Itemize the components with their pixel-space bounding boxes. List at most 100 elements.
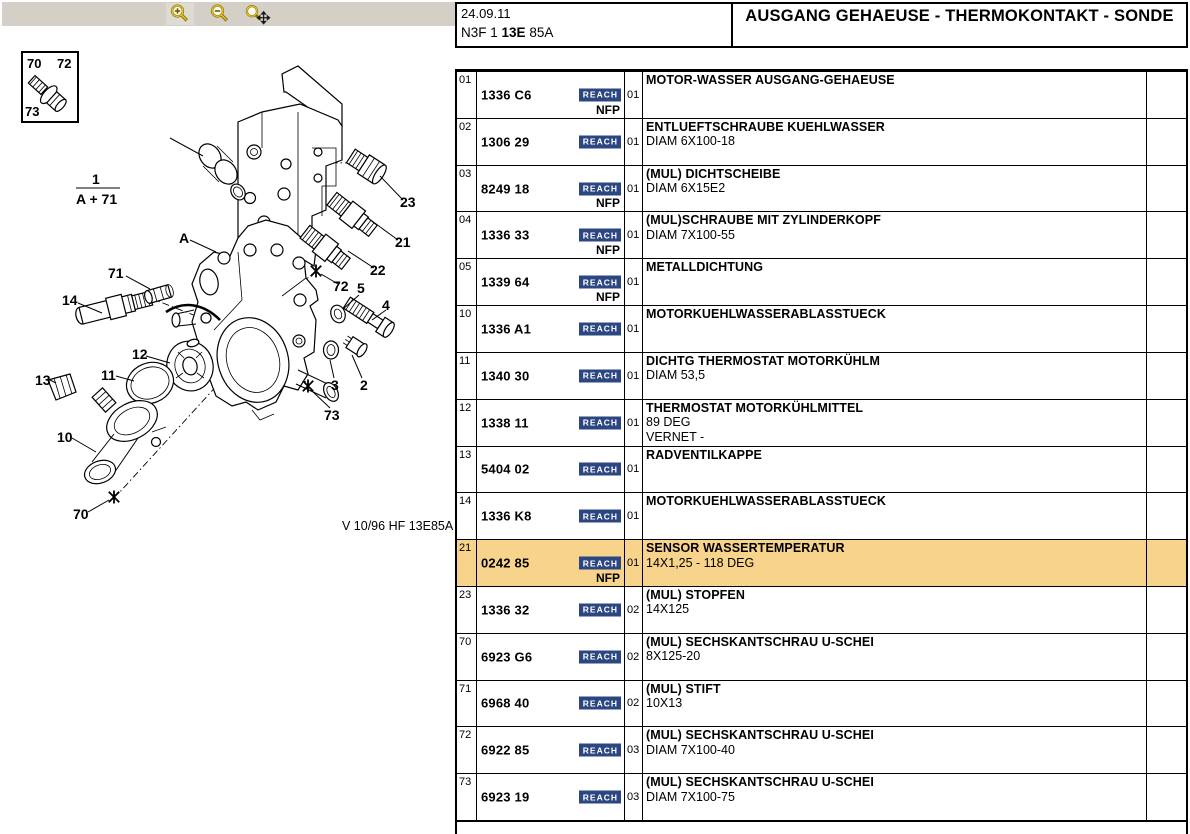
- reach-badge[interactable]: REACH: [579, 416, 621, 429]
- row-part-cell: 1340 30 REACH: [477, 353, 625, 399]
- row-description: (MUL) STOPFEN14X125: [643, 587, 1147, 633]
- part-number: 1338 11: [481, 415, 529, 430]
- row-description: RADVENTILKAPPE: [643, 447, 1147, 493]
- table-row-02[interactable]: 021306 29REACH01ENTLUEFTSCHRAUBE KUEHLWA…: [457, 119, 1186, 166]
- reach-badge[interactable]: REACH: [579, 791, 621, 804]
- table-row-10[interactable]: 101336 A1REACH01MOTORKUEHLWASSERABLASSTU…: [457, 306, 1186, 353]
- row-part-cell: 6922 85 REACH: [477, 727, 625, 773]
- row-end-cell: [1147, 447, 1186, 493]
- description-main: (MUL) SECHSKANTSCHRAU U-SCHEI: [646, 775, 1146, 790]
- hose-fitting-14-drawing: [74, 288, 154, 328]
- part-number: 1340 30: [481, 368, 529, 383]
- part-number: 1336 C6: [481, 87, 532, 102]
- table-row-21[interactable]: 210242 85REACHNFP01SENSOR WASSERTEMPERAT…: [457, 540, 1186, 587]
- plug-23-drawing: [345, 147, 389, 186]
- part-number: 1336 K8: [481, 509, 532, 524]
- callout-13[interactable]: 13: [35, 372, 51, 388]
- reach-badge[interactable]: REACH: [579, 697, 621, 710]
- description-main: MOTORKUEHLWASSERABLASSTUECK: [646, 494, 1146, 509]
- callout-70[interactable]: 70: [73, 506, 89, 522]
- row-end-cell: [1147, 306, 1186, 352]
- callout-11[interactable]: 11: [101, 367, 116, 383]
- row-quantity: 01: [625, 447, 643, 493]
- table-row-71[interactable]: 716968 40REACH02(MUL) STIFT10X13: [457, 681, 1186, 728]
- reach-badge[interactable]: REACH: [579, 603, 621, 616]
- description-main: THERMOSTAT MOTORKÜHLMITTEL: [646, 401, 1146, 416]
- reach-badge[interactable]: REACH: [579, 557, 621, 570]
- zoom-in-button[interactable]: [166, 3, 194, 25]
- callout-2[interactable]: 2: [360, 377, 368, 393]
- view-note-numerator: 1: [92, 171, 100, 187]
- callout-12[interactable]: 12: [132, 346, 148, 362]
- row-quantity: 01: [625, 212, 643, 258]
- reach-badge[interactable]: REACH: [579, 369, 621, 382]
- row-part-cell: 1336 33REACHNFP: [477, 212, 625, 258]
- row-end-cell: [1147, 212, 1186, 258]
- legend-70-label[interactable]: 70: [27, 56, 41, 71]
- callout-4[interactable]: 4: [382, 297, 390, 313]
- reach-badge[interactable]: REACH: [579, 135, 621, 148]
- callout-71[interactable]: 71: [108, 265, 124, 281]
- view-note: 1 A + 71: [76, 171, 120, 207]
- row-end-cell: [1147, 493, 1186, 539]
- part-number: 6922 85: [481, 743, 529, 758]
- row-ref-number: 21: [457, 540, 477, 586]
- table-row-73[interactable]: 736923 19REACH03(MUL) SECHSKANTSCHRAU U-…: [457, 774, 1186, 820]
- row-end-cell: [1147, 166, 1186, 212]
- legend-73-label[interactable]: 73: [25, 104, 39, 119]
- table-row-05[interactable]: 051339 64REACHNFP01METALLDICHTUNG: [457, 259, 1186, 306]
- row-part-cell: 1306 29REACH: [477, 119, 625, 165]
- row-quantity: 01: [625, 72, 643, 118]
- callout-3[interactable]: 3: [331, 377, 339, 393]
- table-row-23[interactable]: 231336 32REACH02(MUL) STOPFEN14X125: [457, 587, 1186, 634]
- description-detail: 8X125-20: [646, 649, 1146, 664]
- reach-badge[interactable]: REACH: [579, 276, 621, 289]
- table-row-70[interactable]: 706923 G6REACH02(MUL) SECHSKANTSCHRAU U-…: [457, 634, 1186, 681]
- table-row-14[interactable]: 141336 K8REACH01MOTORKUEHLWASSERABLASSTU…: [457, 493, 1186, 540]
- description-detail: DIAM 7X100-40: [646, 743, 1146, 758]
- part-number: 6968 40: [481, 696, 529, 711]
- sensor-21-drawing: [325, 190, 380, 239]
- nfp-label: NFP: [596, 571, 620, 585]
- callout-14[interactable]: 14: [62, 292, 78, 308]
- description-main: METALLDICHTUNG: [646, 260, 1146, 275]
- reach-badge[interactable]: REACH: [579, 510, 621, 523]
- callout-A[interactable]: A: [179, 230, 189, 246]
- table-row-11[interactable]: 111340 30REACH01DICHTG THERMOSTAT MOTORK…: [457, 353, 1186, 400]
- description-main: (MUL) SECHSKANTSCHRAU U-SCHEI: [646, 728, 1146, 743]
- row-end-cell: [1147, 774, 1186, 820]
- callout-72[interactable]: 72: [333, 278, 349, 294]
- reach-badge[interactable]: REACH: [579, 463, 621, 476]
- legend-72-label[interactable]: 72: [57, 56, 71, 71]
- callout-21[interactable]: 21: [395, 234, 411, 250]
- zoom-out-icon: [208, 3, 232, 25]
- callout-5[interactable]: 5: [357, 280, 365, 296]
- part-number: 5404 02: [481, 462, 529, 477]
- callout-22[interactable]: 22: [370, 262, 386, 278]
- row-description: (MUL) STIFT10X13: [643, 681, 1147, 727]
- table-row-72[interactable]: 726922 85REACH03(MUL) SECHSKANTSCHRAU U-…: [457, 727, 1186, 774]
- reach-badge[interactable]: REACH: [579, 322, 621, 335]
- table-row-12[interactable]: 121338 11REACH01THERMOSTAT MOTORKÜHLMITT…: [457, 400, 1186, 447]
- row-quantity: 02: [625, 587, 643, 633]
- callout-73[interactable]: 73: [324, 407, 340, 423]
- table-row-13[interactable]: 135404 02REACH01RADVENTILKAPPE: [457, 447, 1186, 494]
- row-ref-number: 02: [457, 119, 477, 165]
- reach-badge[interactable]: REACH: [579, 88, 621, 101]
- nfp-label: NFP: [596, 243, 620, 257]
- zoom-pan-button[interactable]: [244, 3, 272, 25]
- callout-10[interactable]: 10: [57, 429, 73, 445]
- row-end-cell: [1147, 634, 1186, 680]
- zoom-out-button[interactable]: [206, 3, 234, 25]
- legend-box: 70 72 73: [22, 52, 78, 122]
- table-row-01[interactable]: 011336 C6REACHNFP01MOTOR-WASSER AUSGANG-…: [457, 72, 1186, 119]
- reach-badge[interactable]: REACH: [579, 182, 621, 195]
- callout-23[interactable]: 23: [400, 194, 416, 210]
- row-end-cell: [1147, 587, 1186, 633]
- reach-badge[interactable]: REACH: [579, 229, 621, 242]
- reach-badge[interactable]: REACH: [579, 744, 621, 757]
- reach-badge[interactable]: REACH: [579, 650, 621, 663]
- table-row-03[interactable]: 038249 18REACHNFP01(MUL) DICHTSCHEIBEDIA…: [457, 166, 1186, 213]
- table-row-04[interactable]: 041336 33REACHNFP01(MUL)SCHRAUBE MIT ZYL…: [457, 212, 1186, 259]
- description-detail: 14X1,25 - 118 DEG: [646, 556, 1146, 571]
